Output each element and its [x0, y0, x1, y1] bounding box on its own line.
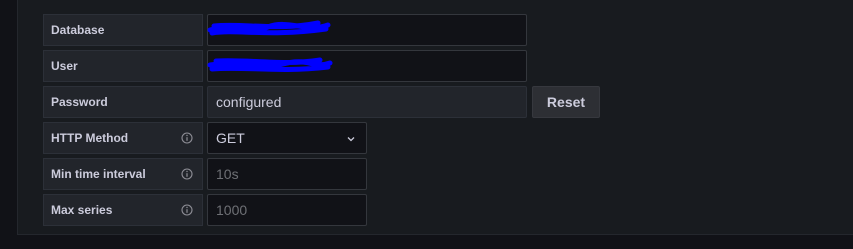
password-label: Password — [43, 86, 203, 118]
min-time-interval-input[interactable]: 10s — [207, 158, 367, 190]
redaction-scribble — [207, 57, 333, 72]
chevron-down-icon — [347, 137, 355, 142]
min-time-interval-label-text: Min time interval — [51, 167, 146, 181]
password-label-text: Password — [51, 95, 108, 109]
reset-button-label: Reset — [546, 94, 586, 110]
database-input[interactable] — [207, 14, 527, 46]
password-value: configured — [216, 94, 282, 110]
redaction-scribble — [207, 20, 331, 36]
password-input: configured — [207, 86, 527, 118]
user-label: User — [43, 50, 203, 82]
http-method-label: HTTP Method — [43, 122, 203, 154]
min-time-interval-placeholder: 10s — [216, 166, 239, 182]
database-label: Database — [43, 14, 203, 46]
http-method-select[interactable]: GET — [207, 122, 367, 154]
max-series-label-text: Max series — [51, 203, 113, 217]
info-icon[interactable] — [181, 132, 193, 144]
datasource-settings-panel: Database User Password configured Reset — [17, 0, 853, 235]
user-input[interactable] — [207, 50, 527, 82]
http-method-value: GET — [216, 130, 245, 146]
min-time-interval-label: Min time interval — [43, 158, 203, 190]
http-method-label-text: HTTP Method — [51, 131, 129, 145]
reset-password-button[interactable]: Reset — [532, 86, 600, 118]
database-label-text: Database — [51, 23, 105, 37]
info-icon[interactable] — [181, 204, 193, 216]
max-series-input[interactable]: 1000 — [207, 194, 367, 226]
max-series-placeholder: 1000 — [216, 202, 248, 218]
max-series-label: Max series — [43, 194, 203, 226]
info-icon[interactable] — [181, 168, 193, 180]
user-label-text: User — [51, 59, 78, 73]
